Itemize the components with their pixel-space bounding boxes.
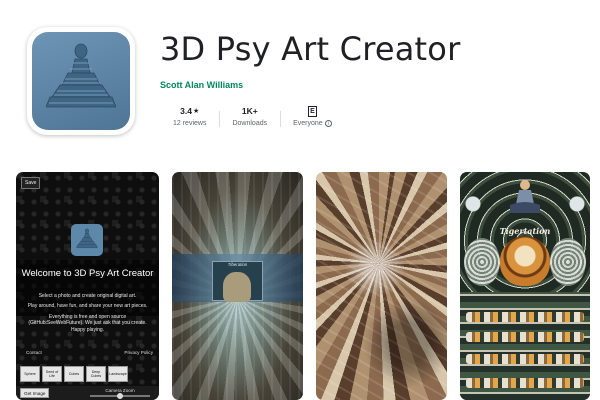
art-title: Tigertation	[499, 226, 551, 236]
downloads-label: Downloads	[232, 120, 268, 127]
contact-link: Contact	[26, 350, 42, 355]
app-stats: 3.4 ★ 12 reviews 1K+ Downloads E Everyon…	[160, 105, 345, 127]
preset-landscape: Landscape	[108, 366, 128, 382]
camera-zoom-slider	[90, 393, 150, 399]
content-rating-stat[interactable]: E Everyone i	[280, 105, 345, 127]
preset-deep-cubes: Deep Cubes	[86, 366, 106, 382]
tiger-figure	[500, 236, 550, 286]
body-line: Everything is free and open source (GitH…	[28, 313, 147, 333]
preset-cubes: Cubes	[64, 366, 84, 382]
meditating-person-figure	[510, 180, 540, 213]
pattern-row	[466, 312, 584, 322]
screenshot-art-3[interactable]	[316, 172, 447, 400]
app-logo-icon	[71, 224, 103, 256]
body-line: Select a photo and create original digit…	[38, 293, 137, 299]
screenshot-app-ui[interactable]: Save Welcome to 3D Psy Art Creator Selec…	[16, 172, 159, 400]
art-overlay	[316, 172, 447, 400]
rating-value: 3.4	[180, 106, 192, 116]
screenshot-art-2[interactable]: Tiberation	[172, 172, 303, 400]
preset-buttons: Sphere Seed of Life Cubes Deep Cubes Lan…	[20, 366, 128, 382]
pattern-row	[466, 378, 584, 388]
screenshot-art-4[interactable]: Tigertation	[460, 172, 590, 400]
save-button: Save	[21, 177, 41, 189]
welcome-body: Select a photo and create original digit…	[24, 293, 151, 337]
esrb-everyone-icon: E	[308, 105, 317, 117]
art-figure	[223, 272, 251, 302]
welcome-heading: Welcome to 3D Psy Art Creator	[21, 268, 154, 279]
downloads-stat: 1K+ Downloads	[219, 105, 280, 127]
lotus-left	[464, 238, 500, 286]
star-icon: ★	[193, 108, 200, 115]
reviews-count: 12 reviews	[173, 120, 207, 127]
downloads-value: 1K+	[241, 106, 258, 116]
app-title: 3D Psy Art Creator	[160, 30, 461, 68]
preset-seed-of-life: Seed of Life	[42, 366, 62, 382]
get-image-button: Get Image	[20, 388, 50, 398]
slider-knob	[117, 393, 123, 399]
rating-stat[interactable]: 3.4 ★ 12 reviews	[160, 105, 219, 127]
preset-sphere: Sphere	[20, 366, 40, 382]
pattern-row	[466, 332, 584, 342]
meditating-figure-icon	[32, 32, 130, 130]
info-icon[interactable]: i	[324, 120, 332, 127]
body-line: Play around, have fun, and share your ne…	[27, 303, 148, 310]
content-rating-label: Everyone	[293, 120, 323, 127]
lotus-right	[550, 238, 586, 286]
privacy-policy-link: Privacy Policy	[124, 350, 153, 355]
pattern-row	[466, 354, 584, 364]
app-icon	[27, 27, 135, 135]
developer-link[interactable]: Scott Alan Williams	[160, 80, 243, 90]
art-label: Tiberation	[227, 262, 248, 267]
